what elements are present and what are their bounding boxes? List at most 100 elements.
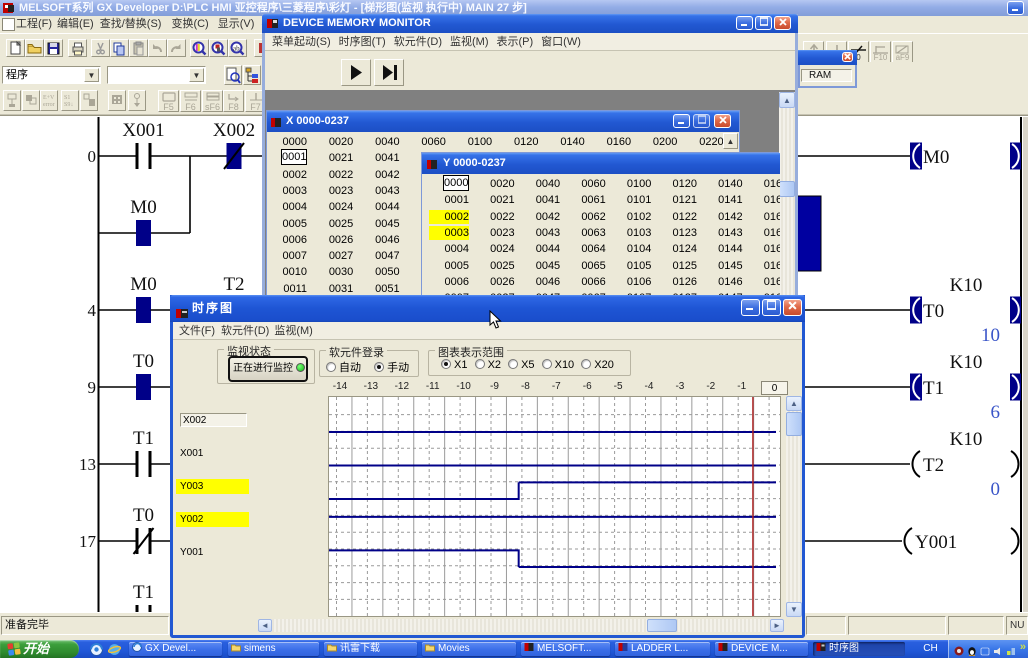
toolbar-find-color-button[interactable] <box>190 39 209 57</box>
device-cell[interactable]: 0143 <box>717 226 743 240</box>
device-cell[interactable]: 0026 <box>327 233 353 247</box>
device-cell[interactable]: 0200 <box>651 135 677 149</box>
range-radio-icon[interactable] <box>475 359 485 369</box>
device-entry-radio-icon[interactable] <box>326 362 336 372</box>
toolbar-paste-button[interactable] <box>129 39 148 57</box>
main-menu-item-4[interactable]: 显示(V) <box>218 16 255 33</box>
range-radio-X2[interactable]: X2 <box>475 359 502 371</box>
device-cell[interactable]: 0002 <box>281 168 307 182</box>
device-cell[interactable]: 0030 <box>327 265 353 279</box>
device-cell[interactable]: 0001 <box>443 193 469 207</box>
device-cell[interactable]: 0022 <box>327 168 353 182</box>
device-cell[interactable]: 0140 <box>717 177 743 191</box>
program-combobox[interactable]: 程序 ▼ <box>2 66 101 84</box>
toolbar-copy-button[interactable] <box>110 39 129 57</box>
device-cell[interactable]: 0163 <box>762 226 780 240</box>
device-cell[interactable]: 0140 <box>559 135 585 149</box>
device-cell[interactable]: 0031 <box>327 282 353 296</box>
device-cell[interactable]: 0043 <box>374 184 400 198</box>
device-cell[interactable]: 0103 <box>625 226 651 240</box>
device-cell[interactable]: 0100 <box>625 177 651 191</box>
device-monitor-vscroll-thumb[interactable] <box>779 181 795 197</box>
device-cell[interactable]: 0046 <box>534 275 560 289</box>
device-cell[interactable]: 0026 <box>489 275 515 289</box>
toolbar-af9-button[interactable]: aF9 <box>892 41 913 64</box>
device-cell[interactable]: 0046 <box>374 233 400 247</box>
main-menu-item-1[interactable]: 编辑(E) <box>57 16 94 33</box>
device-cell[interactable]: 0164 <box>762 242 780 256</box>
ladder-contact-T1[interactable] <box>137 451 150 477</box>
device-cell[interactable]: 0025 <box>327 217 353 231</box>
signal-label-on[interactable]: Y003 <box>176 479 249 494</box>
device-cell[interactable]: 0040 <box>374 135 400 149</box>
ladder-tool-button-2[interactable]: E+Verror <box>40 90 58 111</box>
find-window-button[interactable] <box>224 65 242 85</box>
tray-im-tool-icon[interactable] <box>980 643 990 653</box>
device-cell[interactable]: 0120 <box>671 177 697 191</box>
toolbar-new-file-button[interactable] <box>6 39 25 57</box>
device-cell[interactable]: 0004 <box>443 242 469 256</box>
device-cell[interactable]: 0007 <box>281 249 307 263</box>
device-cell-on[interactable]: 0002 <box>429 210 469 224</box>
device-cell[interactable]: 0162 <box>762 210 780 224</box>
toolbar-print-button[interactable] <box>68 39 87 57</box>
quicklaunch-ie-icon[interactable] <box>108 643 121 656</box>
ladder-tool-button-6[interactable] <box>128 90 146 111</box>
timing-hscroll-thumb[interactable] <box>647 619 677 632</box>
device-cell[interactable]: 0220 <box>698 135 724 149</box>
scroll-up-icon[interactable]: ▲ <box>779 92 795 108</box>
toolbar-cut-button[interactable] <box>91 39 110 57</box>
device-cell[interactable]: 0041 <box>374 151 400 165</box>
device-cell[interactable]: 0000 <box>281 135 307 149</box>
device-cell[interactable]: 0023 <box>327 184 353 198</box>
timing-hscrollbar[interactable]: ◄ ► <box>258 619 784 632</box>
device-cell[interactable]: 0145 <box>717 259 743 273</box>
device-cell[interactable]: 0121 <box>671 193 697 207</box>
device-cell[interactable]: 0120 <box>513 135 539 149</box>
device-cell[interactable]: 0060 <box>420 135 446 149</box>
toolbar-f10-button[interactable]: F10 <box>870 41 891 64</box>
device-cell[interactable]: 0021 <box>489 193 515 207</box>
device-monitor-close-button[interactable] <box>774 16 791 30</box>
device-cell[interactable]: 0044 <box>374 200 400 214</box>
device-cell-selected[interactable]: 0000 <box>443 175 469 191</box>
device-entry-radio-自动[interactable]: 自动 <box>326 362 361 374</box>
device-monitor-menu-item-4[interactable]: 表示(P) <box>497 33 534 51</box>
range-radio-icon[interactable] <box>508 359 518 369</box>
ladder-contact-T0[interactable] <box>136 374 151 400</box>
timing-chart-plot[interactable] <box>328 396 781 617</box>
timing-minimize-button[interactable] <box>741 299 760 316</box>
tray-network-icon[interactable] <box>1006 643 1016 653</box>
ladder-tool-button-5[interactable] <box>108 90 126 111</box>
signal-label-box[interactable]: X002 <box>180 413 247 427</box>
device-cell[interactable]: 0166 <box>762 275 780 289</box>
device-cell[interactable]: 0020 <box>327 135 353 149</box>
ladder-fkey-F5-button[interactable]: F5 <box>158 90 179 112</box>
device-cell[interactable]: 0022 <box>489 210 515 224</box>
signal-label[interactable]: X001 <box>180 446 203 461</box>
timing-vscroll-up-icon[interactable]: ▲ <box>786 396 802 411</box>
monitor-step-button[interactable] <box>374 59 404 86</box>
device-cell[interactable]: 0125 <box>671 259 697 273</box>
device-cell[interactable]: 0004 <box>281 200 307 214</box>
timing-vscroll-down-icon[interactable]: ▼ <box>786 602 802 617</box>
device-cell[interactable]: 0123 <box>671 226 697 240</box>
device-cell[interactable]: 0051 <box>374 282 400 296</box>
device-cell[interactable]: 0027 <box>327 249 353 263</box>
device-cell[interactable]: 0062 <box>580 210 606 224</box>
device-cell[interactable]: 0100 <box>466 135 492 149</box>
signal-label[interactable]: Y001 <box>180 545 203 560</box>
device-monitor-minimize-button[interactable] <box>736 16 753 30</box>
device-entry-radio-icon[interactable] <box>374 362 384 372</box>
device-monitor-menu-item-5[interactable]: 窗口(W) <box>541 33 581 51</box>
taskbar-task-3[interactable]: 讯雷下载 <box>324 642 417 656</box>
device-monitor-menu-item-1[interactable]: 时序图(T) <box>339 33 386 51</box>
device-cell[interactable]: 0141 <box>717 193 743 207</box>
main-minimize-button[interactable] <box>1007 1 1024 15</box>
toolbar-open-folder-button[interactable] <box>25 39 44 57</box>
taskbar-task-6[interactable]: LADDER L... <box>615 642 710 656</box>
device-cell[interactable]: 0065 <box>580 259 606 273</box>
language-indicator[interactable]: CH <box>917 642 944 656</box>
taskbar-task-7[interactable]: DEVICE M... <box>715 642 808 656</box>
range-radio-X1[interactable]: X1 <box>441 359 468 371</box>
